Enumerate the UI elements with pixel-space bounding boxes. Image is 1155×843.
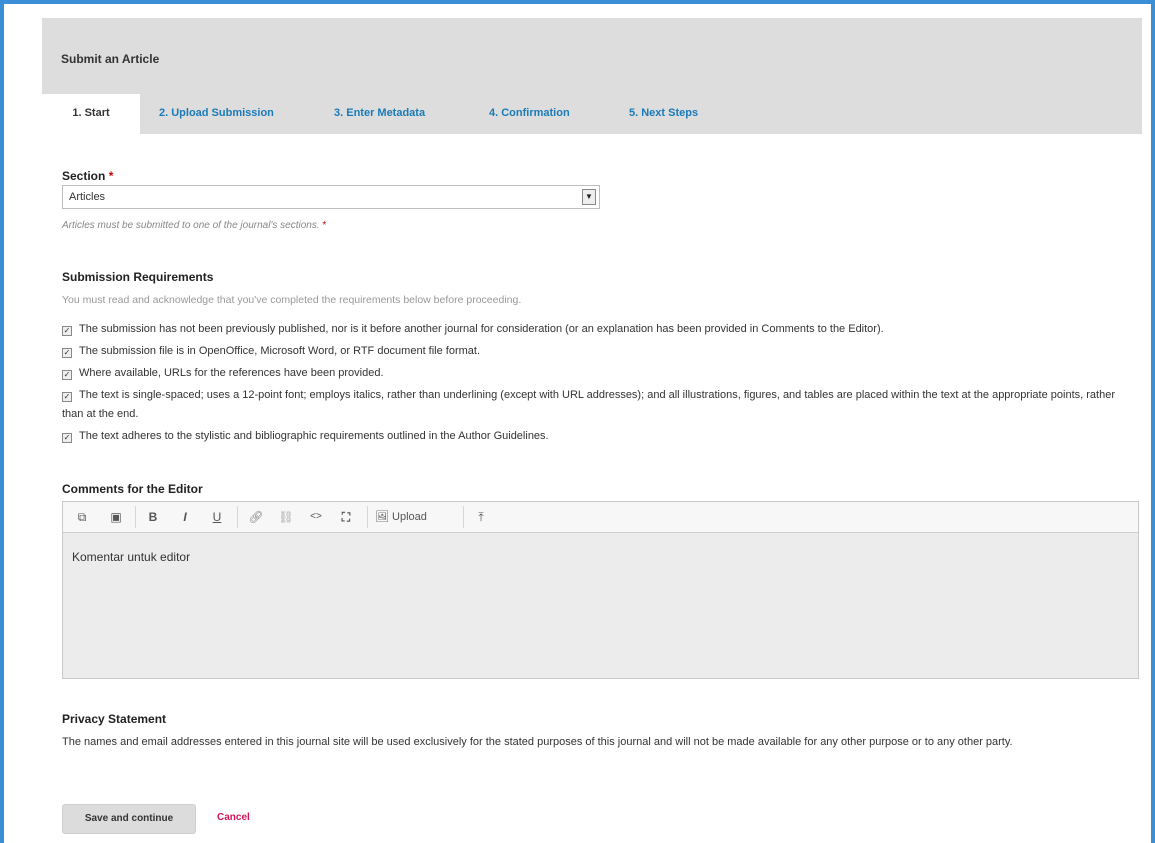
page-header: Submit an Article 1. Start 2. Upload Sub… xyxy=(42,18,1142,134)
section-label-text: Section xyxy=(62,169,106,183)
page-title: Submit an Article xyxy=(61,52,160,66)
comments-editor: ⧉ ▣ B I U 🔗︎ ⛓︎ <> ⛶ 🖼︎ Upload ⤒ Komenta… xyxy=(62,501,1139,679)
cancel-link[interactable]: Cancel xyxy=(217,812,250,823)
section-description-text: Articles must be submitted to one of the… xyxy=(62,220,320,231)
requirement-text: Where available, URLs for the references… xyxy=(79,367,384,379)
section-label: Section * xyxy=(62,169,113,183)
tab-enter-metadata[interactable]: 3. Enter Metadata xyxy=(334,94,425,134)
bold-button[interactable]: B xyxy=(145,508,161,526)
requirement-item: ✓ The text adheres to the stylistic and b… xyxy=(62,427,1137,446)
code-button[interactable]: <> xyxy=(307,508,325,526)
underline-button[interactable]: U xyxy=(209,508,225,526)
toolbar-divider xyxy=(367,506,368,528)
upload-label: Upload xyxy=(392,511,427,523)
tab-next-steps[interactable]: 5. Next Steps xyxy=(629,94,698,134)
page-frame: Submit an Article 1. Start 2. Upload Sub… xyxy=(0,0,1155,843)
requirement-text: The submission file is in OpenOffice, Mi… xyxy=(79,345,481,357)
requirement-checkbox[interactable]: ✓ xyxy=(62,326,72,336)
editor-toolbar: ⧉ ▣ B I U 🔗︎ ⛓︎ <> ⛶ 🖼︎ Upload ⤒ xyxy=(63,502,1138,533)
requirements-heading: Submission Requirements xyxy=(62,270,214,284)
upload-image-button[interactable]: 🖼︎ Upload xyxy=(375,508,461,526)
toolbar-divider xyxy=(237,506,238,528)
tab-start[interactable]: 1. Start xyxy=(42,94,140,134)
paste-icon[interactable]: ▣ xyxy=(107,508,125,526)
section-description: Articles must be submitted to one of the… xyxy=(62,220,326,231)
privacy-heading: Privacy Statement xyxy=(62,712,167,726)
section-select[interactable]: Articles ▼ xyxy=(62,185,600,209)
requirement-text: The text adheres to the stylistic and bi… xyxy=(79,430,549,442)
requirement-checkbox[interactable]: ✓ xyxy=(62,433,72,443)
requirement-checkbox[interactable]: ✓ xyxy=(62,370,72,380)
requirement-checkbox[interactable]: ✓ xyxy=(62,392,72,402)
requirement-item: ✓ The submission file is in OpenOffice, M… xyxy=(62,342,1137,361)
italic-button[interactable]: I xyxy=(177,508,193,526)
privacy-text: The names and email addresses entered in… xyxy=(62,736,1013,748)
unlink-icon[interactable]: ⛓︎ xyxy=(277,508,295,526)
requirement-item: ✓ The text is single-spaced; uses a 12-po… xyxy=(62,386,1137,424)
upload-icon[interactable]: ⤒ xyxy=(471,508,491,526)
comments-textarea[interactable]: Komentar untuk editor xyxy=(72,550,190,564)
requirement-text: The text is single-spaced; uses a 12-poi… xyxy=(62,389,1115,420)
save-and-continue-button[interactable]: Save and continue xyxy=(62,804,196,834)
tab-confirmation[interactable]: 4. Confirmation xyxy=(489,94,570,134)
requirement-text: The submission has not been previously p… xyxy=(79,323,884,335)
requirement-item: ✓ Where available, URLs for the reference… xyxy=(62,364,1137,383)
requirement-item: ✓ The submission has not been previously … xyxy=(62,320,1137,339)
requirement-checkbox[interactable]: ✓ xyxy=(62,348,72,358)
toolbar-divider xyxy=(463,506,464,528)
section-select-value: Articles xyxy=(69,191,106,203)
fullscreen-icon[interactable]: ⛶ xyxy=(337,508,355,526)
requirements-intro: You must read and acknowledge that you'v… xyxy=(62,294,522,306)
copy-icon[interactable]: ⧉ xyxy=(73,508,91,526)
link-icon[interactable]: 🔗︎ xyxy=(247,508,265,526)
tab-upload-submission[interactable]: 2. Upload Submission xyxy=(159,94,274,134)
image-icon: 🖼︎ xyxy=(375,511,393,523)
toolbar-divider xyxy=(135,506,136,528)
required-marker: * xyxy=(322,220,327,231)
required-marker: * xyxy=(108,169,114,183)
comments-heading: Comments for the Editor xyxy=(62,482,203,496)
chevron-down-icon[interactable]: ▼ xyxy=(582,189,596,205)
requirements-checklist: ✓ The submission has not been previously … xyxy=(62,320,1137,449)
